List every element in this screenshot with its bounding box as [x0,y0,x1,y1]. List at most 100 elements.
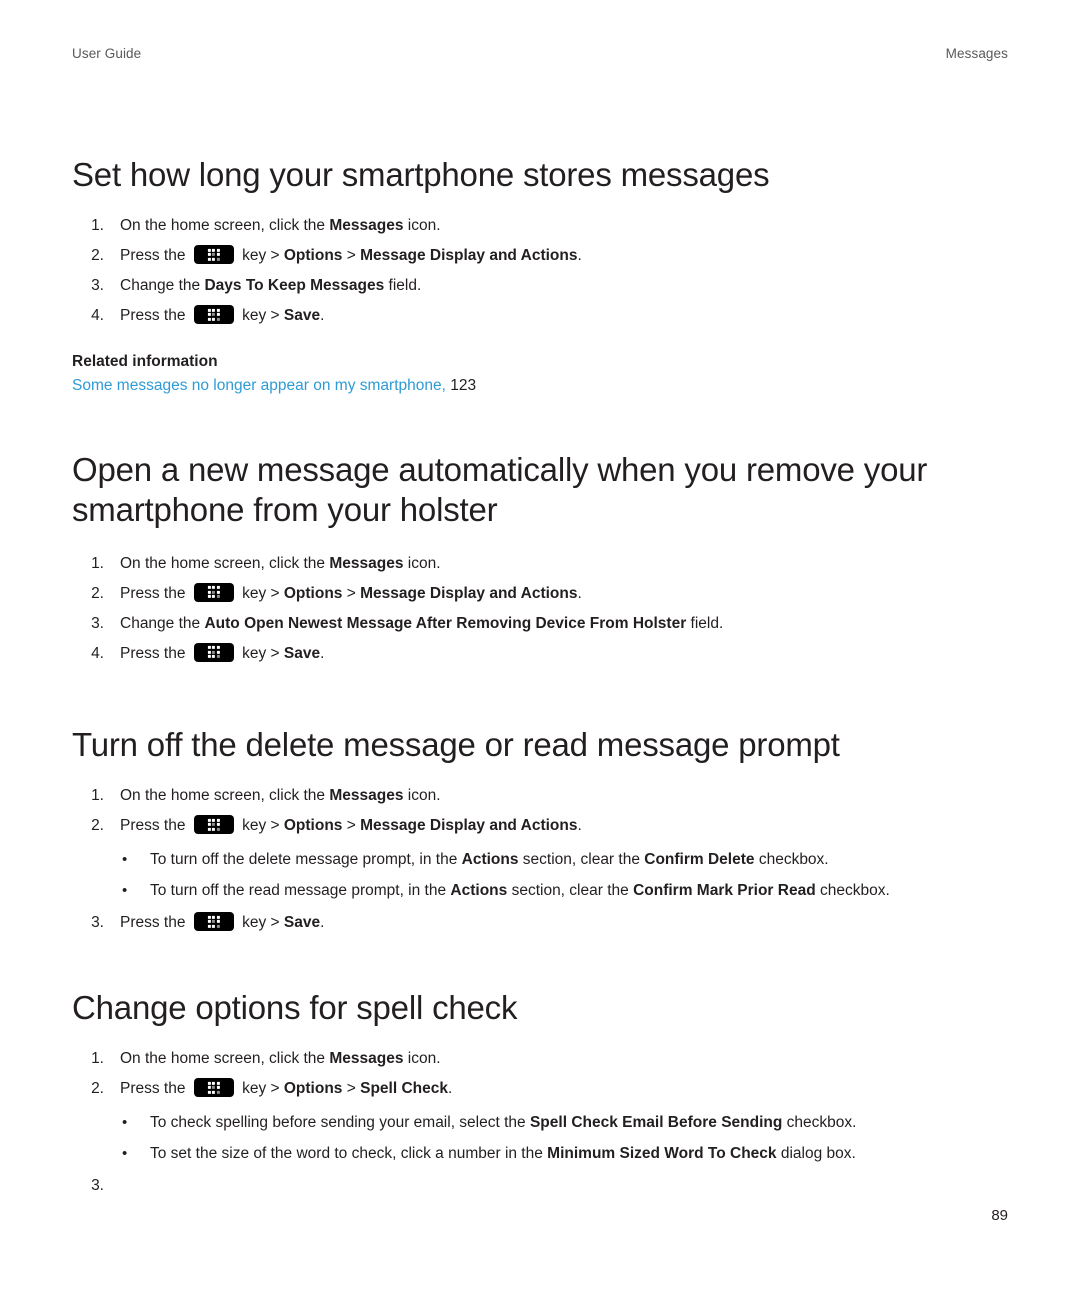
bullet-list: To turn off the delete message prompt, i… [72,844,1008,906]
section-set-how-long: Set how long your smartphone stores mess… [72,155,1008,395]
emphasis-text: Message Display and Actions [360,584,578,602]
body-text: Press the [120,307,190,325]
section-open-new-message: Open a new message automatically when yo… [72,450,1008,669]
body-text: On the home screen, click the [120,217,330,235]
step-item: 2. Press the key > Options > Message Disp… [72,811,1008,841]
header-right-text: Messages [945,46,1008,61]
step-item: 3. Change the Auto Open Newest Message Af… [72,609,1008,639]
step-number: 3. [91,1177,104,1195]
body-text: On the home screen, click the [120,1050,330,1068]
body-text: . [577,247,582,265]
body-text: > [342,1080,361,1098]
body-text: On the home screen, click the [120,787,330,805]
step-item: 2. Press the key > Options > Message Disp… [72,241,1008,271]
step-number: 1. [91,554,104,572]
body-text: To turn off the delete message prompt, i… [150,851,462,869]
running-header: User Guide Messages [72,46,1008,61]
blackberry-menu-key-icon [193,245,234,265]
section-spell-check: Change options for spell check 1. On the … [72,988,1008,1194]
body-text: section, clear the [507,882,634,900]
body-text: Change the [120,614,205,632]
body-text: field. [384,277,422,295]
emphasis-text: Spell Check Email Before Sending [529,1114,783,1132]
emphasis-text: Messages [329,217,404,235]
body-text: . [320,914,325,932]
related-link-text[interactable]: Some messages no longer appear on my sma… [72,377,446,394]
blackberry-menu-key-icon [193,815,234,835]
emphasis-text: Options [283,247,343,265]
body-text: Press the [120,1080,190,1098]
step-number: 2. [91,1080,104,1098]
related-information-link[interactable]: Some messages no longer appear on my sma… [72,377,1008,395]
page-number: 89 [991,1207,1008,1224]
step-number: 3. [91,614,104,632]
blackberry-menu-key-icon [193,305,234,325]
step-list: 1. On the home screen, click the Messages… [72,1044,1008,1104]
body-text: . [447,1080,453,1098]
step-number: 1. [91,217,104,235]
step-list: 1. On the home screen, click the Messages… [72,211,1008,331]
body-text: key > [237,247,284,265]
body-text: icon. [403,787,441,805]
body-text: key > [237,1080,284,1098]
section-heading: Change options for spell check [72,989,518,1026]
step-list: 1. On the home screen, click the Messages… [72,781,1008,841]
step-number: 2. [91,584,104,602]
step-item: 1. On the home screen, click the Messages… [72,549,1008,579]
body-text: key > [237,584,284,602]
body-text: key > [237,817,284,835]
emphasis-text: Days To Keep Messages [204,277,385,295]
body-text: icon. [403,554,441,572]
step-number: 1. [91,787,104,805]
related-information-title: Related information [72,353,218,371]
body-text: checkbox. [815,882,890,900]
body-text: To set the size of the word to check, cl… [150,1145,548,1163]
section-heading: Open a new message automatically when yo… [72,451,928,529]
step-list-continued: 3. Press the key > Save. [72,908,1008,938]
emphasis-text: Options [283,1080,343,1098]
document-page: User Guide Messages Set how long your sm… [0,0,1080,1296]
section-heading: Turn off the delete message or read mess… [72,726,840,763]
emphasis-text: Save [283,644,321,662]
body-text: Press the [120,584,190,602]
related-link-page: 123 [450,377,477,395]
step-number: 1. [91,1050,104,1068]
body-text: Press the [120,247,190,265]
body-text: Press the [120,817,190,835]
step-item: 1. On the home screen, click the Messages… [72,1044,1008,1074]
bullet-list: To check spelling before sending your em… [72,1107,1008,1169]
bullet-item: To set the size of the word to check, cl… [72,1138,1008,1169]
body-text: field. [686,614,724,632]
emphasis-text: Save [283,914,321,932]
step-item: 2. Press the key > Options > Message Disp… [72,579,1008,609]
header-left-text: User Guide [72,46,142,61]
body-text: > [342,247,361,265]
bullet-item: To turn off the delete message prompt, i… [72,844,1008,875]
emphasis-text: Message Display and Actions [360,247,578,265]
blackberry-menu-key-icon [193,912,234,932]
emphasis-text: Actions [450,882,508,900]
body-text: icon. [403,217,441,235]
body-text: . [577,817,582,835]
body-text: Press the [120,644,190,662]
step-number: 3. [91,277,104,295]
emphasis-text: Confirm Delete [644,851,755,869]
emphasis-text: Minimum Sized Word To Check [547,1145,777,1163]
section-turn-off-prompt: Turn off the delete message or read mess… [72,725,1008,938]
emphasis-text: Actions [461,851,519,869]
step-item: 2. Press the key > Options > Spell Check. [72,1074,1008,1104]
body-text: Press the [120,914,190,932]
blackberry-menu-key-icon [193,582,234,602]
step-item: 4. Press the key > Save. [72,639,1008,669]
blackberry-menu-key-icon [193,1078,234,1098]
step-list: 1. On the home screen, click the Messages… [72,549,1008,669]
body-text: section, clear the [518,851,645,869]
body-text: checkbox. [782,1114,857,1132]
emphasis-text: Auto Open Newest Message After Removing … [204,614,687,632]
body-text: . [577,584,582,602]
body-text: . [320,307,325,325]
body-text: icon. [403,1050,441,1068]
step-number: 4. [91,644,104,662]
emphasis-text: Options [283,817,343,835]
step-item: 3. Change the Days To Keep Messages field… [72,271,1008,301]
